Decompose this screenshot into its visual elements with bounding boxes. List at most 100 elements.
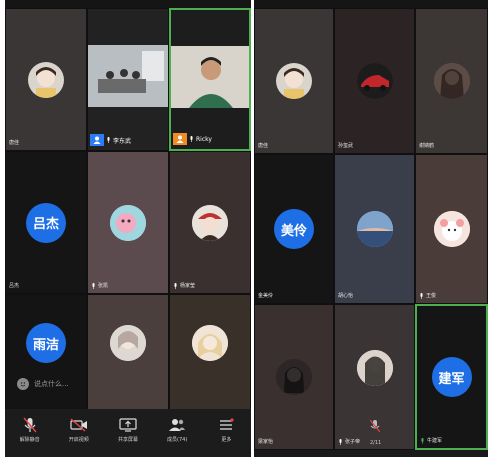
participant-avatar (356, 63, 393, 99)
mic-active-icon (421, 437, 424, 444)
participant-name: 牛建军 (427, 438, 443, 444)
participant-avatar (356, 211, 393, 247)
unmute-button[interactable]: 解除静音 (7, 417, 53, 443)
meeting-toolbar: 解除静音 开启视频 共享屏幕 成员(74) 更多 (5, 409, 251, 457)
participant-tile[interactable]: 美伶 金美伶 (254, 154, 334, 304)
participant-name-tag: 牛建军 (420, 437, 442, 444)
participant-grid: 唐佳 李东武 Ricky 吕杰 吕杰 张凯 杨家莹 雨洁 (5, 8, 251, 416)
participant-name: Ricky (196, 135, 212, 143)
participant-tile[interactable]: 杨家莹 (169, 151, 251, 294)
participant-name: 张凯 (98, 283, 109, 289)
participant-tile[interactable]: 梁家怡 (254, 304, 334, 450)
participant-tile-active[interactable]: 建军 牛建军 (415, 304, 488, 450)
mic-icon (174, 282, 177, 289)
participant-name: 唐佳 (9, 140, 20, 146)
participant-tile[interactable]: 吕杰 吕杰 (5, 151, 87, 294)
participant-tile[interactable]: 张凯 (87, 151, 169, 294)
participant-name-tag: 吕杰 (9, 282, 19, 289)
meeting-screen-left: 唐佳 李东武 Ricky 吕杰 吕杰 张凯 杨家莹 雨洁 说点什么... 解除静… (5, 0, 251, 457)
participant-tile[interactable] (87, 294, 169, 416)
toolbar-label: 解除静音 (19, 437, 40, 443)
participant-name-tag: 胡心怡 (338, 292, 353, 299)
video-off-icon (69, 417, 89, 433)
chat-placeholder: 说点什么... (34, 380, 69, 388)
toolbar-label: 开启视频 (68, 437, 89, 443)
participant-name-tag: 梁家怡 (258, 438, 273, 445)
participant-avatar (433, 211, 470, 247)
mic-muted-icon (20, 417, 40, 433)
participant-badge: 李东武 (90, 134, 131, 146)
meeting-screen-right: 唐佳 孙玺武 谢婧鹤 美伶 金美伶 胡心怡 王俊 梁家怡 张子帝 建军 牛建军 (254, 0, 488, 457)
mic-icon (420, 292, 423, 299)
emoji-icon[interactable] (17, 378, 29, 390)
participant-tile[interactable]: 张子帝 (334, 304, 415, 450)
participant-name: 吕杰 (9, 283, 20, 289)
participant-name: 王俊 (426, 293, 437, 299)
participant-name: 梁家怡 (258, 439, 274, 445)
more-icon (216, 417, 236, 433)
participant-tile[interactable]: 胡心怡 (334, 154, 415, 304)
participant-tile[interactable]: 孙玺武 (334, 8, 415, 154)
participant-name-tag: 张凯 (91, 282, 108, 289)
participant-avatar (356, 350, 393, 387)
toolbar-label: 更多 (221, 437, 232, 443)
mic-icon (339, 438, 342, 445)
participant-name: 谢婧鹤 (419, 143, 435, 149)
participant-name: 张子帝 (345, 439, 361, 445)
participant-avatar (110, 204, 146, 241)
participant-badge: Ricky (173, 133, 212, 145)
start-video-button[interactable]: 开启视频 (56, 417, 102, 443)
host-icon (90, 134, 104, 146)
participant-avatar (192, 204, 228, 241)
participant-name-tag: 王俊 (419, 292, 436, 299)
participant-avatar (433, 63, 470, 99)
participant-avatar (192, 325, 228, 361)
participant-tile[interactable]: 雨洁 (5, 294, 87, 416)
participant-name: 杨家莹 (180, 283, 196, 289)
participant-name-tag: 孙玺武 (338, 142, 353, 149)
participant-avatar-text: 雨洁 (26, 323, 66, 363)
participant-name: 孙玺武 (338, 143, 354, 149)
share-screen-button[interactable]: 共享屏幕 (105, 417, 151, 443)
participant-tile[interactable]: 唐佳 (254, 8, 334, 154)
mic-icon (92, 282, 95, 289)
mic-icon (190, 136, 193, 142)
toolbar-label: 共享屏幕 (117, 437, 138, 443)
cohost-icon (173, 133, 187, 145)
page-indicator: 2/11 (370, 440, 382, 446)
participant-tile[interactable]: 谢婧鹤 (415, 8, 488, 154)
status-bar (5, 0, 251, 8)
participant-name: 金美伶 (258, 293, 274, 299)
participant-name: 李东武 (113, 137, 132, 145)
participant-avatar (28, 61, 64, 98)
video-feed (88, 45, 168, 107)
participant-name: 胡心怡 (338, 293, 354, 299)
participant-tile-video-active[interactable]: Ricky (169, 8, 251, 151)
status-bar (254, 0, 488, 8)
video-feed (171, 46, 249, 108)
participant-tile[interactable]: 唐佳 (5, 8, 87, 151)
more-button[interactable]: 更多 (203, 417, 249, 443)
members-icon (167, 417, 187, 433)
participant-avatar-text: 建军 (431, 357, 472, 397)
chat-input[interactable]: 说点什么... (17, 378, 69, 390)
participant-avatar-text: 吕杰 (26, 202, 66, 243)
participant-name-tag: 杨家莹 (173, 282, 195, 289)
participant-tile-video[interactable]: 李东武 (87, 8, 169, 151)
participant-name-tag: 唐佳 (9, 139, 19, 146)
toolbar-label: 成员(74) (167, 437, 188, 443)
participant-name-tag: 唐佳 (258, 142, 268, 149)
participant-avatar-text: 美伶 (274, 209, 314, 249)
participant-grid: 唐佳 孙玺武 谢婧鹤 美伶 金美伶 胡心怡 王俊 梁家怡 张子帝 建军 牛建军 (254, 8, 488, 450)
participant-tile[interactable]: 王俊 (415, 154, 488, 304)
participant-tile[interactable] (169, 294, 251, 416)
participant-avatar (276, 63, 312, 99)
mic-muted-icon (369, 417, 380, 436)
members-button[interactable]: 成员(74) (154, 417, 200, 443)
participant-avatar (276, 359, 312, 395)
screenshot-composite: 唐佳 李东武 Ricky 吕杰 吕杰 张凯 杨家莹 雨洁 说点什么... 解除静… (0, 0, 491, 457)
share-screen-icon (118, 417, 138, 433)
mic-icon (107, 137, 110, 143)
participant-name-tag: 谢婧鹤 (419, 142, 434, 149)
participant-name: 唐佳 (258, 143, 269, 149)
